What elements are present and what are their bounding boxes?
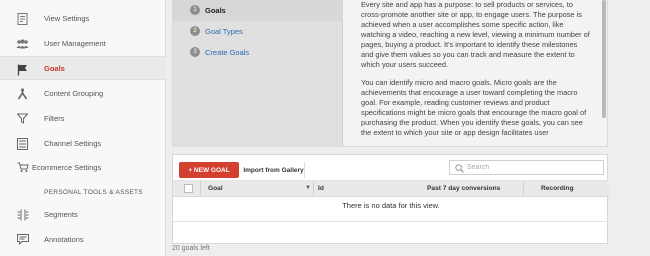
search-input[interactable] <box>467 164 597 171</box>
sidebar-item-user-management[interactable]: User Management <box>0 31 166 55</box>
goals-table-panel: + NEW GOAL Import from Gallery Goal ▼ Id… <box>172 154 609 244</box>
goals-left-count: 20 goals left <box>172 245 210 252</box>
sidebar-item-label: Filters <box>44 113 65 123</box>
column-header-recording[interactable]: Recording <box>541 185 574 192</box>
sidebar-item-label: Goals <box>44 63 65 73</box>
sidebar-item-label: Segments <box>44 209 78 219</box>
sidebar-item-label: Content Grouping <box>44 88 104 98</box>
users-icon <box>16 37 29 50</box>
sidebar-item-ecommerce-settings[interactable]: Ecommerce Settings <box>0 155 166 179</box>
import-from-gallery-button[interactable]: Import from Gallery <box>243 162 305 178</box>
section-title: PERSONAL TOOLS & ASSETS <box>44 189 143 196</box>
search-box <box>449 160 604 175</box>
table-header: Goal ▼ Id Past 7 day conversions Recordi… <box>173 181 609 197</box>
goal-steps: 1 Goals 2 Goal Types 3 Create Goals <box>173 0 343 147</box>
sidebar-item-view-settings[interactable]: View Settings <box>0 6 166 30</box>
empty-table-message: There is no data for this view. <box>342 201 440 210</box>
annotations-icon <box>16 233 29 246</box>
step-label: Goals <box>205 6 226 15</box>
column-header-conversions[interactable]: Past 7 day conversions <box>427 185 500 192</box>
column-divider <box>313 181 314 197</box>
step-label: Goal Types <box>205 27 243 36</box>
toolbar: + NEW GOAL Import from Gallery <box>173 155 609 181</box>
flag-icon <box>16 63 29 76</box>
sidebar-item-label: User Management <box>44 38 106 48</box>
step-goal-types[interactable]: 2 Goal Types <box>173 21 343 42</box>
sidebar-item-content-grouping[interactable]: Content Grouping <box>0 81 166 105</box>
step-number: 1 <box>190 5 200 15</box>
step-number: 2 <box>190 26 200 36</box>
search-icon <box>455 164 464 173</box>
info-paragraph: Every site and app has a purpose: to sel… <box>361 0 590 69</box>
goals-info-text: Every site and app has a purpose: to sel… <box>361 0 591 147</box>
sidebar-item-annotations[interactable]: Annotations <box>0 227 166 251</box>
content-grouping-icon <box>16 87 29 100</box>
sidebar-item-label: Annotations <box>44 234 84 244</box>
column-divider <box>523 181 524 197</box>
cart-icon <box>16 161 29 174</box>
goal-setup-panel: 1 Goals 2 Goal Types 3 Create Goals Ever… <box>172 0 608 147</box>
sort-icon[interactable]: ▼ <box>305 185 311 191</box>
step-goals[interactable]: 1 Goals <box>173 0 343 21</box>
divider <box>173 221 609 222</box>
info-paragraph: You can identify micro and macro goals. … <box>361 78 587 137</box>
channel-settings-icon <box>16 137 29 150</box>
sidebar-item-goals[interactable]: Goals <box>0 56 166 80</box>
select-all-checkbox[interactable] <box>184 184 193 193</box>
column-header-id[interactable]: Id <box>318 185 324 192</box>
segments-icon <box>16 208 29 221</box>
filter-icon <box>16 112 29 125</box>
sidebar-item-label: Ecommerce Settings <box>32 162 102 172</box>
sidebar-item-label: Channel Settings <box>44 138 102 148</box>
sidebar-item-segments[interactable]: Segments <box>0 202 166 226</box>
column-divider <box>200 181 201 197</box>
step-number: 3 <box>190 47 200 57</box>
sidebar-item-channel-settings[interactable]: Channel Settings <box>0 131 166 155</box>
column-header-goal[interactable]: Goal <box>208 185 223 192</box>
step-label: Create Goals <box>205 48 250 57</box>
sidebar-item-filters[interactable]: Filters <box>0 106 166 130</box>
sidebar-item-label: View Settings <box>44 13 90 23</box>
scrollbar[interactable] <box>602 0 606 118</box>
step-create-goals[interactable]: 3 Create Goals <box>173 42 343 63</box>
view-settings-icon <box>16 12 29 25</box>
sidebar: View Settings User Management Goals Cont… <box>0 0 166 256</box>
new-goal-button[interactable]: + NEW GOAL <box>179 162 239 178</box>
